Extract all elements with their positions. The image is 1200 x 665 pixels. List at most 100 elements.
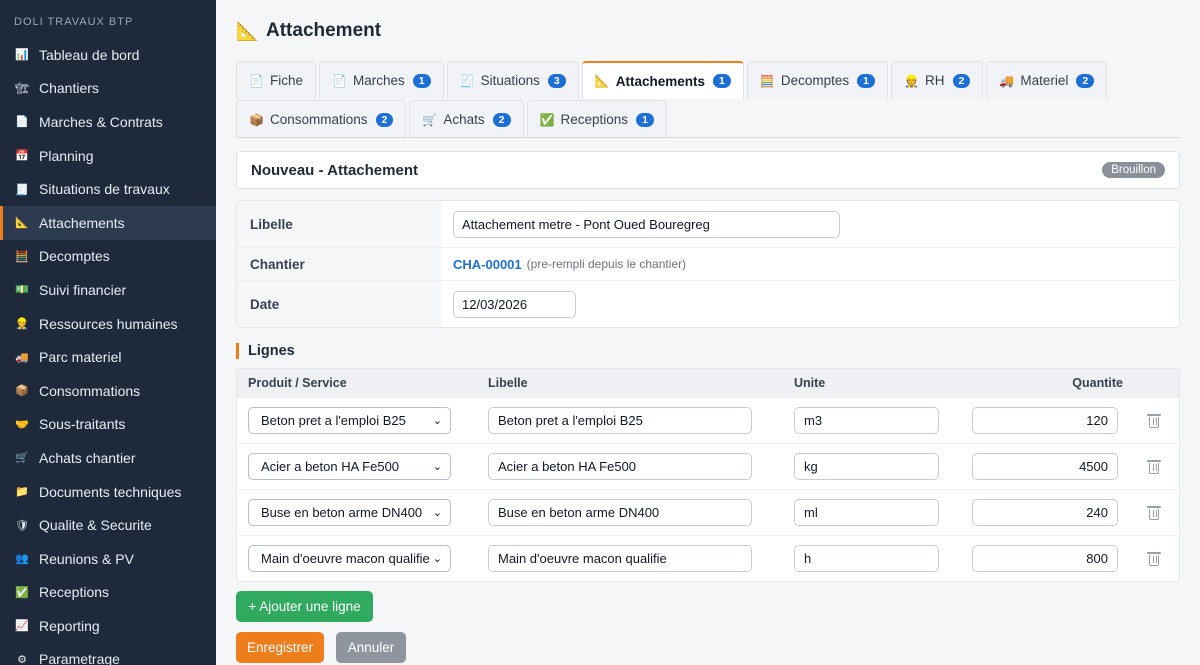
trash-icon[interactable] bbox=[1147, 505, 1161, 520]
chantier-link[interactable]: CHA-00001 bbox=[453, 257, 522, 272]
sidebar-item-sous-traitants[interactable]: 🤝 Sous-traitants bbox=[0, 408, 216, 442]
tab-marches[interactable]: 📄 Marches 1 bbox=[319, 61, 444, 99]
product-select[interactable]: Main d'oeuvre macon qualifie ⌄ bbox=[248, 545, 451, 572]
lines-section-title: Lignes bbox=[236, 343, 295, 359]
sidebar-item-label: Planning bbox=[39, 147, 94, 164]
libelle-cell-input[interactable]: Buse en beton arme DN400 bbox=[488, 499, 752, 526]
attachment-form: Libelle Chantier CHA-00001 (pre-rempli de… bbox=[236, 200, 1180, 328]
chevron-down-icon: ⌄ bbox=[432, 507, 442, 519]
chevron-down-icon: ⌄ bbox=[432, 461, 442, 473]
sidebar: DOLI TRAVAUX BTP 📊 Tableau de bord 🏗 Chant… bbox=[0, 0, 216, 665]
tab-label: Materiel bbox=[1020, 73, 1069, 88]
tab-label: Fiche bbox=[270, 73, 304, 88]
page-title-text: Attachement bbox=[266, 20, 382, 41]
sidebar-item-reunions-pv[interactable]: 👥 Reunions & PV bbox=[0, 542, 216, 576]
count-badge: 3 bbox=[547, 73, 566, 88]
count-badge: 2 bbox=[375, 112, 394, 127]
lines-table: Produit / Service Libelle Unite Quantite… bbox=[236, 368, 1180, 582]
libelle-cell-input[interactable]: Main d'oeuvre macon qualifie bbox=[488, 545, 752, 572]
tab-decomptes[interactable]: 🧮 Decomptes 1 bbox=[746, 61, 889, 99]
column-header-libelle: Libelle bbox=[488, 376, 528, 390]
tab-achats[interactable]: 🛒 Achats 2 bbox=[409, 100, 524, 138]
sidebar-item-marches-contrats[interactable]: 📄 Marches & Contrats bbox=[0, 105, 216, 139]
trash-icon[interactable] bbox=[1147, 459, 1161, 474]
cancel-button[interactable]: Annuler bbox=[336, 632, 406, 663]
sidebar-item-suivi-financier[interactable]: 💵 Suivi financier bbox=[0, 273, 216, 307]
tab-label: RH bbox=[925, 73, 945, 88]
add-line-button[interactable]: + Ajouter une ligne bbox=[236, 591, 373, 622]
qty-cell-input[interactable]: 800 bbox=[972, 545, 1118, 572]
sidebar-item-qualite-securite[interactable]: 🛡 Qualite & Securite bbox=[0, 508, 216, 542]
sidebar-item-attachements[interactable]: 📐 Attachements bbox=[0, 205, 216, 240]
sidebar-item-decomptes[interactable]: 🧮 Decomptes bbox=[0, 240, 216, 274]
product-select[interactable]: Beton pret a l'emploi B25 ⌄ bbox=[248, 407, 451, 434]
product-select-value: Beton pret a l'emploi B25 bbox=[261, 413, 406, 428]
libelle-input[interactable] bbox=[453, 210, 840, 238]
tab-consommations[interactable]: 📦 Consommations 2 bbox=[236, 100, 407, 138]
folder-icon: 📁 bbox=[15, 486, 29, 499]
count-badge: 2 bbox=[1076, 73, 1095, 88]
qty-cell-input[interactable]: 4500 bbox=[972, 453, 1118, 480]
people-icon: 👥 bbox=[15, 553, 29, 566]
sidebar-item-label: Chantiers bbox=[39, 80, 99, 97]
sidebar-item-achats-chantier[interactable]: 🛒 Achats chantier bbox=[0, 441, 216, 475]
sidebar-item-parametrage[interactable]: ⚙ Parametrage bbox=[0, 643, 216, 665]
libelle-cell-input[interactable]: Acier a beton HA Fe500 bbox=[488, 453, 752, 480]
date-input[interactable] bbox=[453, 290, 576, 318]
gear-icon: ⚙ bbox=[17, 653, 27, 665]
sidebar-item-parc-materiel[interactable]: 🚚 Parc materiel bbox=[0, 340, 216, 374]
product-select[interactable]: Buse en beton arme DN400 ⌄ bbox=[248, 499, 451, 526]
sidebar-item-situations[interactable]: 🧾 Situations de travaux bbox=[0, 172, 216, 206]
column-header-product: Produit / Service bbox=[248, 376, 347, 390]
count-badge: 1 bbox=[857, 73, 876, 88]
unit-cell-input[interactable]: kg bbox=[794, 453, 939, 480]
libelle-cell-input[interactable]: Beton pret a l'emploi B25 bbox=[488, 407, 752, 434]
sidebar-item-label: Qualite & Securite bbox=[39, 517, 152, 534]
document-icon: 📄 bbox=[249, 73, 264, 88]
sidebar-item-label: Reunions & PV bbox=[39, 550, 134, 567]
construction-icon: 🏗 bbox=[15, 82, 29, 95]
sidebar-item-tableau-de-bord[interactable]: 📊 Tableau de bord bbox=[0, 38, 216, 72]
check-icon: ✅ bbox=[15, 586, 29, 599]
unit-cell-input[interactable]: m3 bbox=[794, 407, 939, 434]
product-select-value: Acier a beton HA Fe500 bbox=[261, 459, 400, 474]
truck-icon: 🚚 bbox=[999, 73, 1015, 88]
unit-cell-input[interactable]: h bbox=[794, 545, 939, 572]
tab-materiel[interactable]: 🚚 Materiel 2 bbox=[986, 61, 1108, 99]
sidebar-item-planning[interactable]: 📅 Planning bbox=[0, 139, 216, 173]
tab-label: Consommations bbox=[270, 112, 368, 127]
sidebar-item-reporting[interactable]: 📈 Reporting bbox=[0, 609, 216, 643]
sidebar-item-label: Receptions bbox=[39, 584, 110, 601]
sidebar-item-label: Reporting bbox=[39, 617, 100, 634]
dashboard-icon: 📊 bbox=[15, 49, 29, 62]
tab-rh[interactable]: 👷 RH 2 bbox=[891, 61, 984, 99]
save-button[interactable]: Enregistrer bbox=[236, 632, 324, 663]
table-row: Acier a beton HA Fe500 ⌄ Acier a beton HA… bbox=[237, 443, 1179, 489]
libelle-label: Libelle bbox=[237, 201, 441, 247]
document-icon: 📄 bbox=[15, 116, 29, 129]
trash-icon[interactable] bbox=[1147, 413, 1161, 428]
tab-receptions[interactable]: ✅ Receptions 1 bbox=[526, 100, 667, 138]
tab-fiche[interactable]: 📄 Fiche bbox=[236, 61, 317, 99]
sidebar-item-receptions[interactable]: ✅ Receptions bbox=[0, 576, 216, 610]
sidebar-item-label: Suivi financier bbox=[39, 281, 127, 298]
count-badge: 1 bbox=[713, 74, 731, 88]
sidebar-item-label: Marches & Contrats bbox=[39, 113, 163, 130]
qty-cell-input[interactable]: 240 bbox=[972, 499, 1118, 526]
sidebar-item-consommations[interactable]: 📦 Consommations bbox=[0, 374, 216, 408]
sidebar-item-chantiers[interactable]: 🏗 Chantiers bbox=[0, 72, 216, 106]
product-select[interactable]: Acier a beton HA Fe500 ⌄ bbox=[248, 453, 451, 480]
receipt-icon: 🧾 bbox=[15, 183, 29, 196]
sidebar-item-ressources-humaines[interactable]: 👷 Ressources humaines bbox=[0, 307, 216, 341]
sidebar-item-label: Consommations bbox=[39, 382, 141, 399]
sidebar-item-documents-techniques[interactable]: 📁 Documents techniques bbox=[0, 475, 216, 509]
qty-cell-input[interactable]: 120 bbox=[972, 407, 1118, 434]
ruler-icon: 📐 bbox=[594, 74, 610, 88]
main-content: 📐 Attachement 📄 Fiche 📄 Marches 1 🧾 Situatio… bbox=[216, 0, 1200, 665]
tab-situations[interactable]: 🧾 Situations 3 bbox=[446, 61, 579, 99]
trash-icon[interactable] bbox=[1147, 551, 1161, 566]
unit-cell-input[interactable]: ml bbox=[794, 499, 939, 526]
date-label: Date bbox=[237, 281, 441, 327]
tab-attachements[interactable]: 📐 Attachements 1 bbox=[581, 61, 744, 99]
worker-icon: 👷 bbox=[15, 318, 29, 331]
